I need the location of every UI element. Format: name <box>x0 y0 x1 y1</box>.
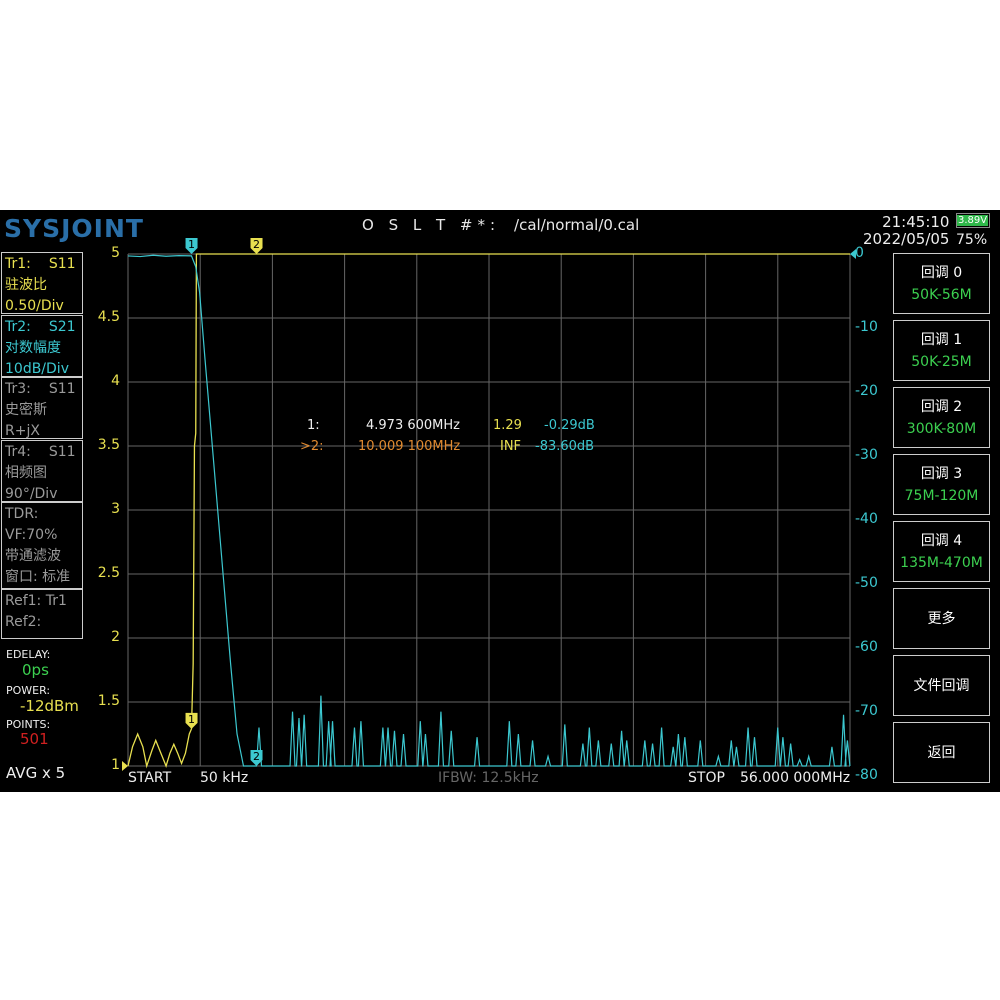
svg-text:1: 1 <box>188 713 195 726</box>
start-label: START <box>128 770 172 786</box>
softkey-label: 回调 0 <box>920 264 963 281</box>
svg-text:2: 2 <box>253 750 260 763</box>
trace-plot[interactable]: 1 2 1 2 <box>0 210 1000 792</box>
marker-label: 1: <box>307 418 320 433</box>
right-axis-tick: -40 <box>855 511 878 527</box>
marker-2-flag[interactable]: 2 <box>250 238 263 254</box>
left-axis-tick: 3 <box>111 501 120 517</box>
marker-2-flag[interactable]: 2 <box>250 750 263 766</box>
softkey-2[interactable]: 回调 2 300K-80M <box>893 387 990 448</box>
right-axis-tick: -70 <box>855 703 878 719</box>
softkey-label: 回调 1 <box>920 331 963 348</box>
marker-row: 1: 4.973 600MHz 1.29 -0.29dB <box>300 418 610 439</box>
trace-format: 对数幅度 <box>5 339 61 356</box>
trace-id: Tr2: S21 <box>5 317 79 338</box>
trace-label: Tr3: <box>5 381 31 397</box>
trace-label: Tr4: <box>5 443 31 460</box>
left-axis-tick: 3.5 <box>97 437 120 453</box>
left-axis-tick: 2.5 <box>97 565 120 581</box>
softkey-label: 回调 3 <box>920 465 963 482</box>
start-frequency[interactable]: 50 kHz <box>200 770 248 786</box>
softkey-6[interactable]: 文件回调 <box>893 655 990 716</box>
vna-screen: SYSJOINT O S L T #*:/cal/normal/0.cal 21… <box>0 210 1000 792</box>
stop-frequency[interactable]: 56.000 000MHz <box>740 770 850 786</box>
left-axis-tick: 2 <box>111 629 120 645</box>
softkey-1[interactable]: 回调 1 50K-25M <box>893 320 990 381</box>
trace-id: Tr3: S11 <box>5 379 79 400</box>
marker-readout: 1: 4.973 600MHz 1.29 -0.29dB >2: 10.009 100MH… <box>300 418 610 460</box>
marker-row: >2: 10.009 100MHz INF -83.60dB <box>300 439 610 460</box>
softkey-range: 135M-470M <box>900 554 983 571</box>
right-axis-tick: -30 <box>855 447 878 463</box>
softkey-7[interactable]: 返回 <box>893 722 990 783</box>
marker-frequency: 4.973 600MHz <box>366 418 460 433</box>
right-axis-tick: -80 <box>855 767 878 783</box>
softkey-label: 文件回调 <box>913 677 970 694</box>
right-axis-tick: -20 <box>855 383 878 399</box>
left-axis-tick: 1 <box>111 757 120 773</box>
softkey-4[interactable]: 回调 4 135M-470M <box>893 521 990 582</box>
trace-parameter: S11 <box>48 256 76 272</box>
trace-box-tr2[interactable]: Tr2: S21 对数幅度 10dB/Div <box>1 314 83 377</box>
right-axis-tick: -50 <box>855 575 878 591</box>
marker-1-flag[interactable]: 1 <box>185 712 198 729</box>
trace-parameter: S11 <box>48 443 76 460</box>
softkey-label: 回调 2 <box>920 398 963 415</box>
marker-db: -0.29dB <box>544 418 595 433</box>
svg-text:2: 2 <box>253 238 260 251</box>
softkey-range: 50K-25M <box>911 353 972 370</box>
right-axis-tick: -60 <box>855 639 878 655</box>
marker-swr: INF <box>500 439 522 454</box>
trace-box-tr1[interactable]: Tr1: S11 驻波比 0.50/Div <box>1 252 83 314</box>
marker-swr: 1.29 <box>493 418 522 433</box>
softkey-label: 更多 <box>927 610 956 627</box>
softkey-range: 50K-56M <box>911 286 972 303</box>
marker-1-flag[interactable]: 1 <box>185 238 198 254</box>
trace-id: Tr4: S11 <box>5 442 79 463</box>
softkey-range: 75M-120M <box>904 487 979 504</box>
trace-format: 相频图 <box>5 464 47 481</box>
trace-box-tr3[interactable]: Tr3: S11 史密斯 R+jX <box>1 377 83 439</box>
softkey-label: 回调 4 <box>920 532 963 549</box>
softkey-range: 300K-80M <box>906 420 977 437</box>
left-axis-tick: 1.5 <box>97 693 120 709</box>
ifbw: IFBW: 12.5kHz <box>438 770 539 786</box>
softkey-0[interactable]: 回调 0 50K-56M <box>893 253 990 314</box>
right-axis-tick: 0 <box>855 245 864 261</box>
trace-id: Tr1: S11 <box>5 254 79 275</box>
stop-label: STOP <box>688 770 725 786</box>
marker-db: -83.60dB <box>535 439 595 454</box>
trace-box-tr4[interactable]: Tr4: S11 相频图 90°/Div <box>1 439 83 502</box>
softkey-label: 返回 <box>927 744 956 761</box>
svg-text:1: 1 <box>188 238 195 251</box>
trace-scale: 90°/Div <box>5 485 58 502</box>
trace-label: Tr1: <box>5 256 31 272</box>
trace-parameter: S21 <box>48 318 76 335</box>
marker-label: >2: <box>300 439 324 454</box>
left-axis-tick: 4 <box>111 373 120 389</box>
trace-format: 驻波比 <box>5 277 47 293</box>
trace-parameter: S11 <box>48 381 76 397</box>
left-axis-tick: 4.5 <box>97 309 120 325</box>
trace-format: 史密斯 <box>5 402 47 418</box>
right-axis-tick: -10 <box>855 319 878 335</box>
trace-label: Tr2: <box>5 318 31 335</box>
softkey-3[interactable]: 回调 3 75M-120M <box>893 454 990 515</box>
softkey-5[interactable]: 更多 <box>893 588 990 649</box>
marker-frequency: 10.009 100MHz <box>358 439 461 454</box>
left-axis-tick: 5 <box>111 245 120 261</box>
